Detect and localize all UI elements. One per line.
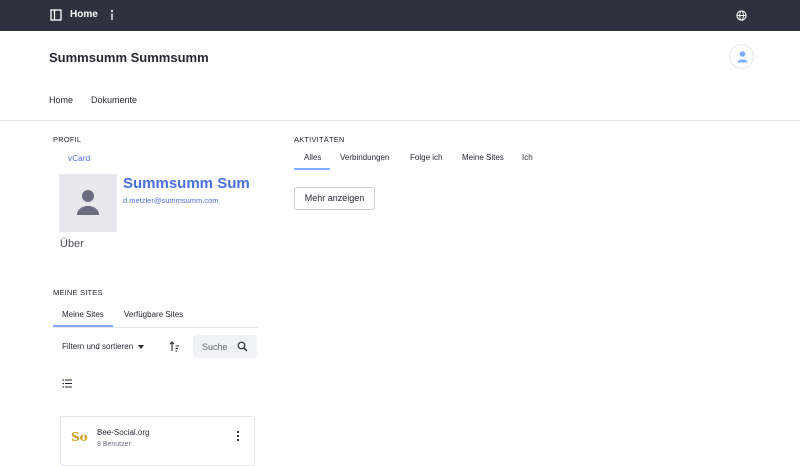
show-more-button[interactable]: Mehr anzeigen bbox=[294, 187, 375, 210]
profile-picture bbox=[59, 174, 117, 232]
page-header: Summsumm Summsumm Home Dokumente bbox=[0, 31, 800, 121]
vcard-link[interactable]: vCard bbox=[68, 154, 90, 163]
search-input[interactable] bbox=[202, 340, 236, 353]
caret-down-icon bbox=[138, 344, 145, 349]
tab-available-sites[interactable]: Verfügbare Sites bbox=[124, 310, 183, 325]
nav-dokumente[interactable]: Dokumente bbox=[91, 95, 137, 105]
filter-sort-dropdown[interactable]: Filtern und sortieren bbox=[62, 342, 145, 351]
filter-sort-label: Filtern und sortieren bbox=[62, 342, 134, 351]
globe-icon[interactable] bbox=[736, 10, 747, 21]
search-box bbox=[193, 335, 257, 358]
tab-ich[interactable]: Ich bbox=[522, 153, 533, 168]
info-icon[interactable] bbox=[108, 8, 116, 22]
tab-alles[interactable]: Alles bbox=[294, 153, 331, 170]
tab-divider bbox=[53, 327, 258, 328]
tab-my-sites[interactable]: Meine Sites bbox=[53, 310, 113, 327]
site-name[interactable]: Bee-Social.org bbox=[97, 428, 149, 437]
list-view-icon[interactable] bbox=[62, 378, 73, 389]
tab-verbindungen[interactable]: Verbindungen bbox=[340, 153, 389, 168]
tab-folge-ich[interactable]: Folge ich bbox=[410, 153, 442, 168]
page-title: Summsumm Summsumm bbox=[49, 50, 209, 65]
user-icon bbox=[77, 190, 99, 215]
breadcrumb-home[interactable]: Home bbox=[70, 9, 98, 20]
sites-section-label: MEINE SITES bbox=[53, 288, 103, 297]
activities-section-label: AKTIVITÄTEN bbox=[294, 135, 345, 144]
about-heading: Über bbox=[60, 238, 84, 250]
user-avatar-button[interactable] bbox=[729, 44, 754, 69]
search-icon[interactable] bbox=[237, 341, 248, 352]
tab-meine-sites[interactable]: Meine Sites bbox=[462, 153, 504, 168]
site-card[interactable]: So Bee-Social.org 8 Benutzer bbox=[60, 416, 255, 466]
profile-section-label: PROFIL bbox=[53, 135, 82, 144]
profile-email[interactable]: d.metzler@summsumm.com bbox=[123, 196, 219, 205]
kebab-menu-icon[interactable] bbox=[235, 430, 241, 442]
sort-icon[interactable] bbox=[169, 341, 180, 352]
site-logo: So bbox=[71, 430, 88, 444]
profile-name: Summsumm Sum bbox=[123, 175, 250, 192]
user-icon bbox=[737, 51, 748, 63]
top-bar: Home bbox=[0, 0, 800, 31]
nav-home[interactable]: Home bbox=[49, 95, 73, 105]
site-members: 8 Benutzer bbox=[97, 441, 131, 448]
sidebar-toggle-icon[interactable] bbox=[50, 9, 62, 21]
